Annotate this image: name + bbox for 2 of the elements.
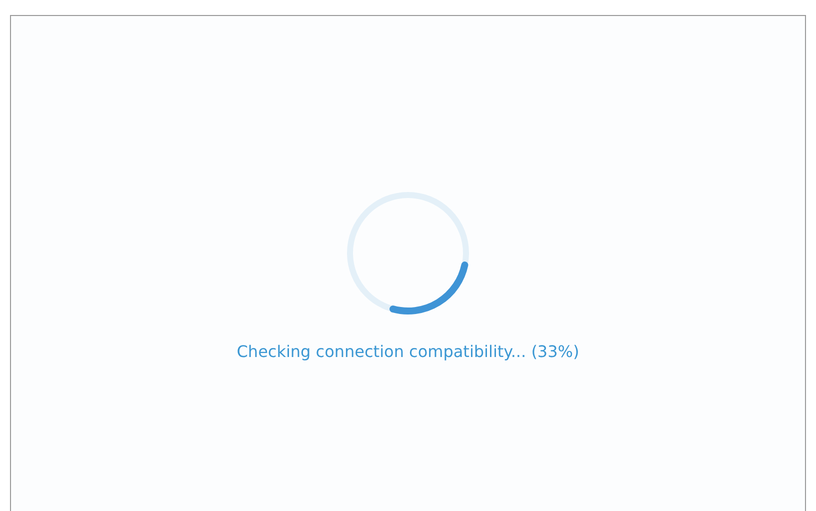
loading-spinner-icon [345, 190, 471, 316]
status-message: Checking connection compatibility... (33%) [236, 342, 580, 361]
